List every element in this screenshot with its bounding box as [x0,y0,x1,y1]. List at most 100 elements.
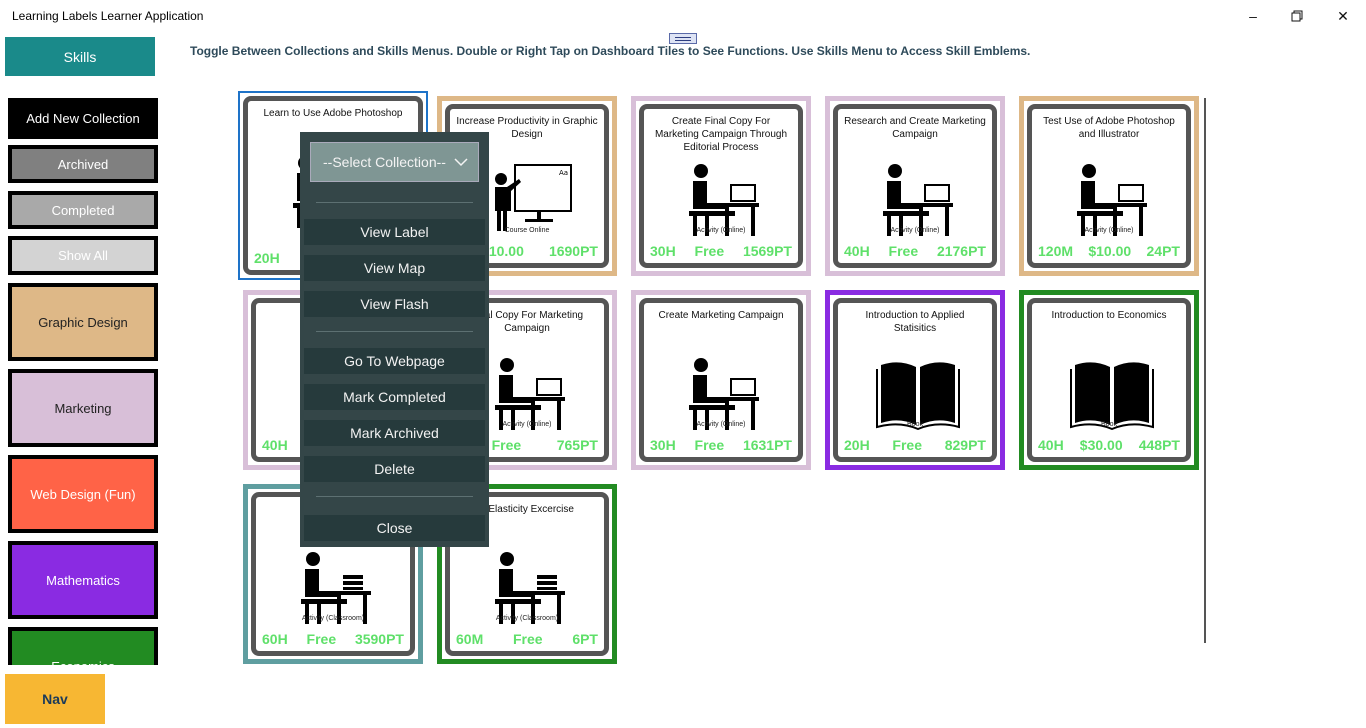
tile-card: Introduction to Applied Statisitics Book 2… [833,298,997,462]
tile-title: Introduction to Economics [1051,310,1167,321]
dashboard-tile[interactable]: Create Final Copy For Marketing Campaign… [631,96,811,276]
tile-caption: Activity (Online) [696,421,746,428]
tile-time: 40H [1038,437,1064,453]
tile-cost: $10.00 [1088,243,1132,259]
delete-button[interactable]: Delete [304,456,485,482]
select-collection-dropdown[interactable]: --Select Collection-- [310,142,479,182]
tile-title: Introduction to Applied Statisitics [865,310,965,334]
tile-points: 24PT [1146,243,1180,259]
collection-graphic-design-button[interactable]: Graphic Design [8,283,158,361]
tile-cost: Free [512,631,543,647]
tile-points: 2176PT [936,243,986,259]
tile-time: 30H [650,243,676,259]
tile-footer: 40H $30.00 448PT [1038,437,1180,453]
tile-card: Test Use of Adobe Photoshop and Illustra… [1027,104,1191,268]
view-map-button[interactable]: View Map [304,255,485,281]
nav-button[interactable]: Nav [5,674,105,724]
tile-caption: Activity (Online) [1084,227,1134,234]
tile-caption: Activity (Online) [696,227,746,234]
course-online-icon: Aa [485,161,575,236]
tile-time: 30H [650,437,676,453]
dashboard-tile[interactable]: Research and Create Marketing Campaign Ac… [825,96,1005,276]
tile-cost: Free [888,243,919,259]
tile-points: 3590PT [354,631,404,647]
tile-cost: Free [892,437,922,453]
show-all-button[interactable]: Show All [8,236,158,275]
go-to-webpage-button[interactable]: Go To Webpage [304,348,485,374]
tile-time: 20H [254,250,280,266]
menu-separator [316,331,473,332]
tile-time: 20H [844,437,870,453]
tile-title: Create Marketing Campaign [658,310,784,321]
tile-points: 829PT [944,437,986,453]
tile-footer: 60H Free 3590PT [262,631,404,647]
tile-cost: Free [694,243,725,259]
tile-caption: Book [1101,421,1117,428]
svg-text:Aa: Aa [559,169,568,177]
close-icon[interactable]: ✕ [1333,6,1353,26]
activity-classroom-icon [485,549,575,624]
tile-footer: 60M Free 6PT [456,631,598,647]
tile-caption: Activity (Classroom) [495,615,559,622]
drag-handle-icon[interactable] [669,33,697,44]
tile-card: Create Final Copy For Marketing Campaign… [639,104,803,268]
tile-cost: Free [306,631,337,647]
tile-footer: 20H Free 829PT [844,437,986,453]
collection-mathematics-button[interactable]: Mathematics [8,541,158,619]
activity-online-icon [873,161,963,236]
chevron-down-icon [454,154,468,170]
mark-archived-button[interactable]: Mark Archived [304,420,485,446]
tile-caption: Book [907,421,923,428]
skills-button[interactable]: Skills [5,37,155,76]
tile-footer: 30H Free 1569PT [650,243,792,259]
tile-title: Research and Create Marketing Campaign [844,116,986,140]
tile-points: 1690PT [548,243,598,259]
tile-footer: 30H Free 1631PT [650,437,792,453]
tile-caption: Activity (Classroom) [301,615,365,622]
tile-time: 60H [262,631,288,647]
collections-sidebar: Add New Collection Archived Completed Sh… [0,90,170,665]
dashboard-tile[interactable]: Create Marketing Campaign Activity (Onlin… [631,290,811,470]
minimize-icon[interactable]: – [1243,6,1263,26]
add-new-collection-button[interactable]: Add New Collection [8,98,158,139]
tile-title: Test Use of Adobe Photoshop and Illustra… [1043,116,1175,140]
activity-online-icon [679,161,769,236]
tile-time: 120M [1038,243,1074,259]
title-bar: Learning Labels Learner Application – ✕ [0,0,1366,32]
view-label-button[interactable]: View Label [304,219,485,245]
tile-footer: 40H Free 2176PT [844,243,986,259]
dashboard-tile[interactable]: Test Use of Adobe Photoshop and Illustra… [1019,96,1199,276]
mark-completed-button[interactable]: Mark Completed [304,384,485,410]
select-collection-value: --Select Collection-- [323,154,446,170]
tile-caption: Activity (Online) [890,227,940,234]
tile-context-menu: --Select Collection-- View Label View Ma… [300,132,489,547]
view-flash-button[interactable]: View Flash [304,291,485,317]
tile-points: 6PT [572,631,598,647]
collection-marketing-button[interactable]: Marketing [8,369,158,447]
archived-button[interactable]: Archived [8,145,158,183]
tile-points: 765PT [556,437,598,453]
tile-title: Learn to Use Adobe Photoshop [263,108,403,119]
collection-web-design-button[interactable]: Web Design (Fun) [8,455,158,533]
app-title: Learning Labels Learner Application [12,9,204,23]
activity-online-icon [485,355,575,430]
tile-card: Introduction to Economics Book 40H $30.00 44… [1027,298,1191,462]
tile-card: Research and Create Marketing Campaign Ac… [833,104,997,268]
tile-time: 60M [456,631,484,647]
tile-title: Create Final Copy For Marketing Campaign… [654,116,788,153]
vertical-scrollbar[interactable] [1204,98,1206,643]
activity-online-icon [1067,161,1157,236]
tile-points: 1631PT [742,437,792,453]
book-icon [1067,355,1157,431]
completed-button[interactable]: Completed [8,191,158,229]
close-menu-button[interactable]: Close [304,515,485,541]
activity-classroom-icon [291,549,381,624]
tile-card: Create Marketing Campaign Activity (Onlin… [639,298,803,462]
dashboard-tile[interactable]: Introduction to Applied Statisitics Book 2… [825,290,1005,470]
collection-economics-button[interactable]: Economics [8,627,158,665]
activity-online-icon [679,355,769,430]
tile-points: 1569PT [742,243,792,259]
dashboard-tile[interactable]: Introduction to Economics Book 40H $30.00 44… [1019,290,1199,470]
restore-icon[interactable] [1287,6,1307,26]
menu-separator [316,496,473,497]
